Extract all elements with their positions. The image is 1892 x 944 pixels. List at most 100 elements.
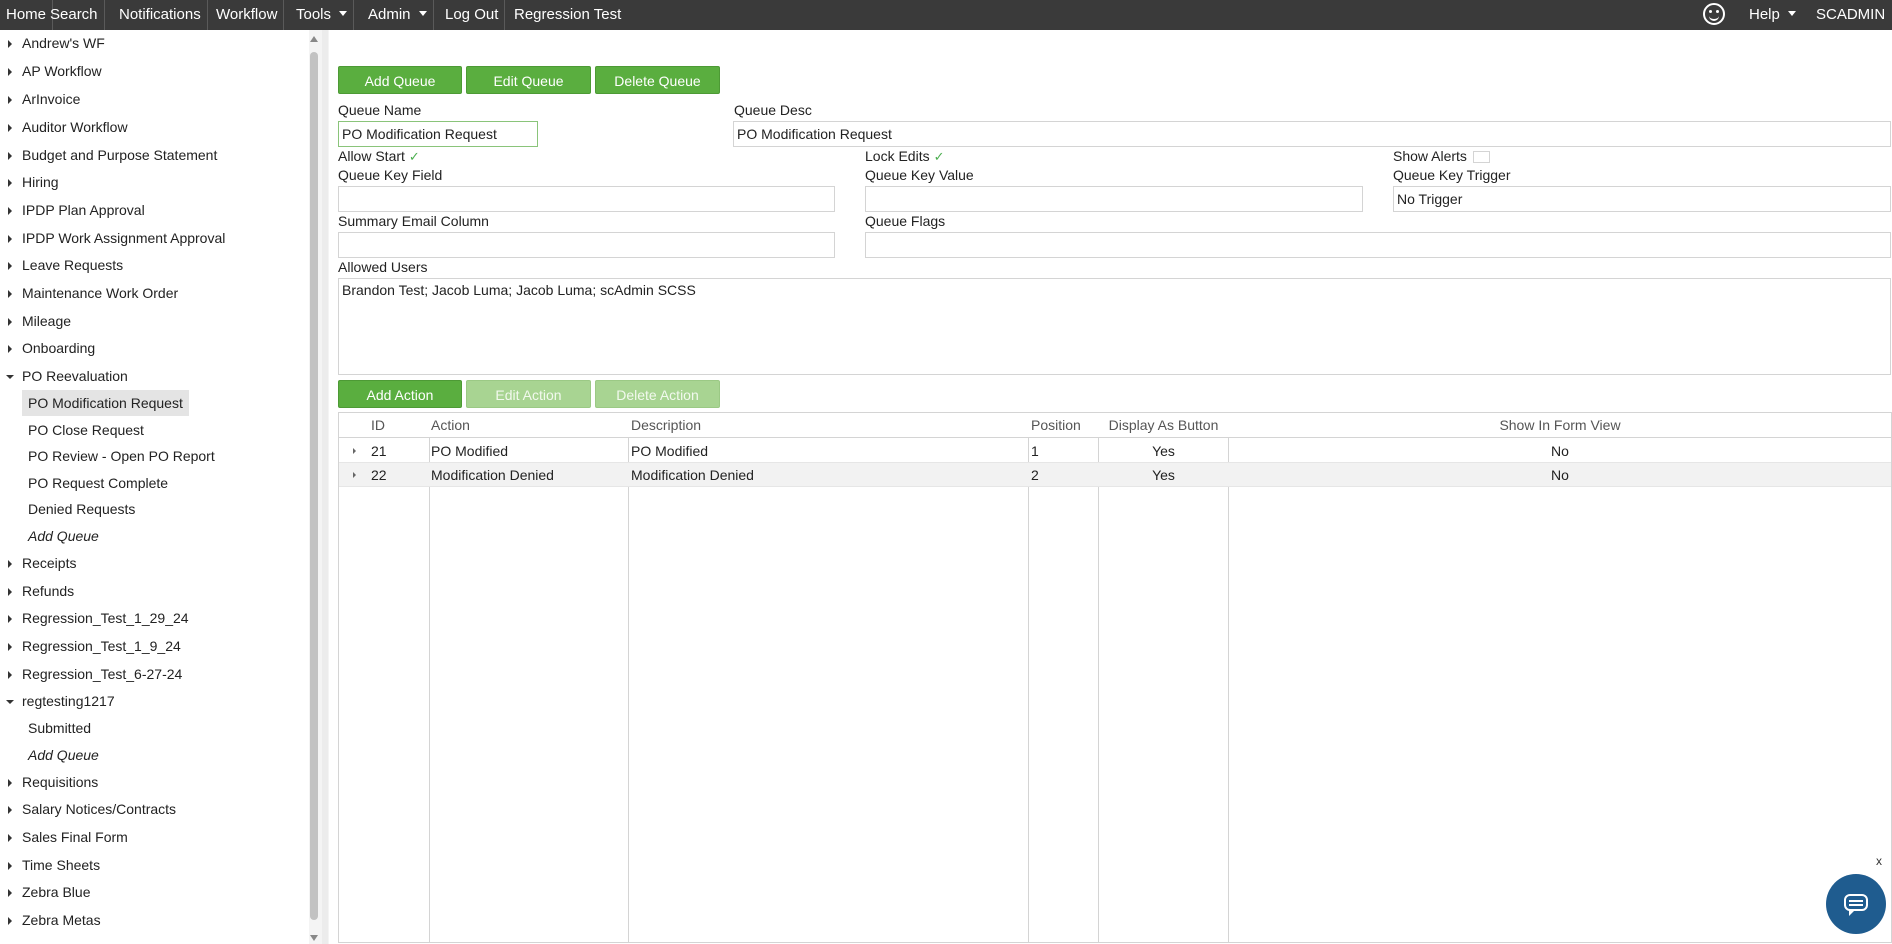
tree-item-label: Regression_Test_6-27-24 (22, 666, 183, 682)
chat-close-button[interactable]: x (1876, 854, 1882, 868)
caret-right-icon[interactable] (8, 96, 12, 104)
queue-key-trigger-label: Queue Key Trigger (1393, 167, 1511, 183)
header-display-as-button[interactable]: Display As Button (1099, 413, 1228, 438)
tree-queue-po-review-open-po-report[interactable]: PO Review - Open PO Report (22, 443, 221, 469)
caret-right-icon[interactable] (8, 671, 12, 679)
queue-desc-field[interactable]: PO Modification Request (733, 121, 1891, 147)
tree-add-queue-link[interactable]: Add Queue (22, 523, 105, 549)
caret-right-icon[interactable] (8, 290, 12, 298)
expand-row-icon[interactable] (353, 472, 356, 478)
caret-right-icon[interactable] (8, 806, 12, 814)
check-icon[interactable]: ✓ (409, 149, 420, 164)
caret-right-icon[interactable] (8, 40, 12, 48)
tree-item-label: Time Sheets (22, 857, 101, 873)
nav-notifications[interactable]: Notifications (113, 0, 208, 30)
tree-queue-po-request-complete[interactable]: PO Request Complete (22, 470, 174, 496)
nav-workflow[interactable]: Workflow (210, 0, 285, 30)
tree-item-label: IPDP Plan Approval (22, 202, 145, 218)
caret-right-icon[interactable] (8, 779, 12, 787)
panel-divider[interactable] (322, 30, 328, 944)
cell-id: 22 (371, 467, 387, 483)
caret-right-icon[interactable] (8, 862, 12, 870)
queue-flags-label: Queue Flags (865, 213, 946, 229)
tree-item-label: Refunds (22, 583, 75, 599)
check-icon[interactable]: ✓ (934, 149, 945, 164)
caret-right-icon[interactable] (8, 262, 12, 270)
queue-key-field-input[interactable] (338, 186, 835, 212)
table-row[interactable]: 22 Modification Denied Modification Deni… (339, 463, 1891, 487)
caret-right-icon[interactable] (8, 318, 12, 326)
column-divider[interactable] (1228, 413, 1229, 942)
queue-key-value-input[interactable] (865, 186, 1363, 212)
column-divider[interactable] (628, 413, 629, 942)
delete-action-button[interactable]: Delete Action (595, 380, 720, 408)
queue-name-field[interactable]: PO Modification Request (338, 121, 538, 147)
nav-user-menu[interactable]: SCADMIN (1810, 0, 1892, 30)
header-action[interactable]: Action (431, 413, 470, 438)
nav-search[interactable]: Search (44, 0, 105, 30)
table-row[interactable]: 21 PO Modified PO Modified 1 Yes No (339, 439, 1891, 463)
queue-flags-input[interactable] (865, 232, 1891, 258)
allowed-users-textarea[interactable]: Brandon Test; Jacob Luma; Jacob Luma; sc… (338, 278, 1891, 375)
unchecked-box-icon[interactable] (1472, 151, 1490, 163)
add-action-button[interactable]: Add Action (338, 380, 462, 408)
caret-right-icon[interactable] (8, 152, 12, 160)
caret-right-icon[interactable] (8, 588, 12, 596)
allow-start-toggle[interactable]: Allow Start ✓ (338, 148, 420, 165)
queue-key-field-label: Queue Key Field (338, 167, 443, 183)
chat-launcher-button[interactable] (1826, 874, 1886, 934)
scroll-down-icon[interactable] (310, 935, 318, 941)
caret-right-icon[interactable] (8, 917, 12, 925)
queue-desc-label: Queue Desc (734, 102, 812, 118)
queue-key-trigger-select[interactable]: No Trigger (1393, 186, 1891, 212)
caret-right-icon[interactable] (8, 124, 12, 132)
caret-right-icon[interactable] (8, 68, 12, 76)
tree-queue-denied-requests[interactable]: Denied Requests (22, 496, 141, 522)
summary-email-label: Summary Email Column (338, 213, 489, 229)
delete-queue-button[interactable]: Delete Queue (595, 66, 720, 94)
tree-item-label: Hiring (22, 174, 59, 190)
caret-right-icon[interactable] (8, 345, 12, 353)
caret-right-icon[interactable] (8, 560, 12, 568)
header-position[interactable]: Position (1031, 413, 1081, 438)
nav-tools-menu[interactable]: Tools (290, 0, 355, 30)
caret-right-icon[interactable] (8, 179, 12, 187)
caret-down-icon[interactable] (6, 700, 14, 704)
edit-action-button[interactable]: Edit Action (466, 380, 591, 408)
add-queue-button[interactable]: Add Queue (338, 66, 462, 94)
show-alerts-toggle[interactable]: Show Alerts (1393, 148, 1490, 164)
caret-right-icon[interactable] (8, 207, 12, 215)
nav-logout[interactable]: Log Out (439, 0, 506, 30)
tree-add-queue-link[interactable]: Add Queue (22, 742, 105, 768)
lock-edits-toggle[interactable]: Lock Edits ✓ (865, 148, 945, 165)
header-id[interactable]: ID (371, 413, 385, 438)
caret-right-icon[interactable] (8, 834, 12, 842)
column-divider[interactable] (1028, 413, 1029, 942)
tree-queue-po-close-request[interactable]: PO Close Request (22, 417, 150, 443)
header-description[interactable]: Description (631, 413, 701, 438)
tree-queue-submitted[interactable]: Submitted (22, 715, 97, 741)
nav-help-label: Help (1749, 6, 1780, 23)
caret-right-icon[interactable] (8, 235, 12, 243)
caret-right-icon[interactable] (8, 615, 12, 623)
column-divider[interactable] (429, 413, 430, 942)
caret-down-icon[interactable] (6, 375, 14, 379)
caret-right-icon[interactable] (8, 643, 12, 651)
summary-email-input[interactable] (338, 232, 835, 258)
workflow-tree: Andrew's WF AP Workflow ArInvoice Audito… (0, 30, 310, 944)
tree-item-label: Salary Notices/Contracts (22, 801, 177, 817)
column-divider[interactable] (1098, 413, 1099, 942)
header-show-in-form-view[interactable]: Show In Form View (1229, 413, 1891, 438)
nav-help-menu[interactable]: Help (1743, 0, 1802, 30)
scroll-up-icon[interactable] (310, 36, 318, 42)
tree-item-label: Andrew's WF (22, 35, 105, 51)
caret-right-icon[interactable] (8, 889, 12, 897)
tree-queue-po-modification-request[interactable]: PO Modification Request (22, 390, 189, 416)
expand-row-icon[interactable] (353, 448, 356, 454)
tree-item-label: Zebra Metas (22, 912, 101, 928)
smiley-icon[interactable] (1703, 3, 1725, 25)
nav-tools-label: Tools (296, 6, 332, 23)
nav-admin-menu[interactable]: Admin (362, 0, 434, 30)
edit-queue-button[interactable]: Edit Queue (466, 66, 591, 94)
sidebar-scroll-thumb[interactable] (310, 52, 318, 920)
